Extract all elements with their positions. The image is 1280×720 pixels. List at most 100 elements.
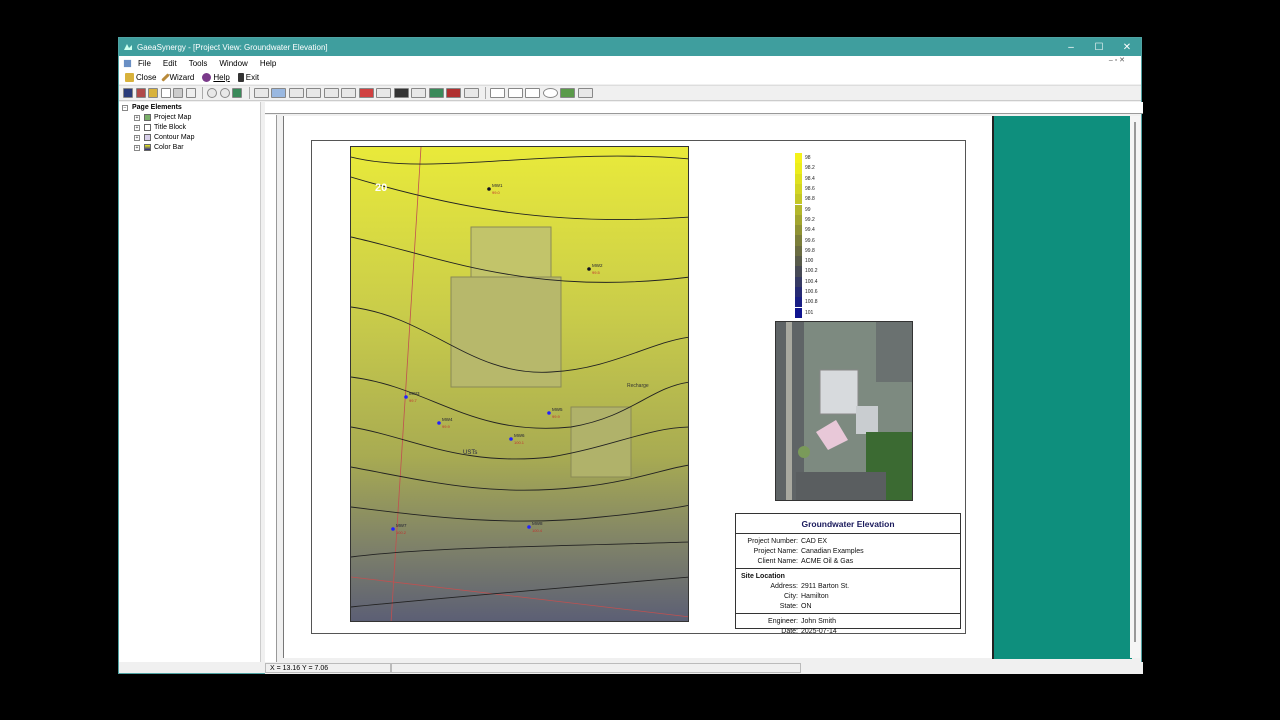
print-setup-icon[interactable]	[135, 88, 146, 98]
title-bar[interactable]: GaeaSynergy - [Project View: Groundwater…	[119, 38, 1141, 56]
expand-icon[interactable]: +	[134, 144, 140, 151]
close-label: Close	[136, 72, 157, 82]
svg-text:99.9: 99.9	[442, 424, 451, 429]
frame-tool-icon[interactable]	[577, 88, 593, 98]
label-tool-icon[interactable]	[393, 88, 409, 98]
layout-page[interactable]: 20 USTs Recharge MW1 99.0 MW2 99.5 MW3 99.7…	[311, 140, 966, 635]
engineer-section: Engineer: John Smith Date: 2025-07-14	[736, 614, 960, 638]
project-number-value: CAD EX	[801, 537, 828, 545]
map-icon	[144, 114, 151, 121]
contour-map-svg: 20 USTs Recharge MW1 99.0 MW2 99.5 MW3 99.7…	[351, 147, 688, 621]
image-tool-icon[interactable]	[560, 88, 575, 98]
color-bar-entry: 100.4	[795, 276, 855, 287]
expand-icon[interactable]: +	[134, 124, 140, 131]
maximize-button[interactable]: ☐	[1085, 38, 1113, 56]
engineer-row: Engineer: John Smith	[736, 616, 960, 626]
minimize-button[interactable]: –	[1057, 38, 1085, 56]
grid-tool-icon[interactable]	[341, 88, 356, 98]
color-swatch	[795, 225, 802, 236]
scrollbar-thumb[interactable]	[1134, 122, 1136, 642]
map-recharge-label: Recharge	[627, 383, 649, 389]
svg-text:MW2: MW2	[592, 263, 603, 268]
zoom-in-icon[interactable]	[207, 88, 217, 98]
expand-icon[interactable]: +	[134, 134, 140, 141]
color-swatch	[795, 194, 802, 205]
color-bar-label: 101	[805, 309, 814, 316]
menu-edit[interactable]: Edit	[163, 59, 177, 68]
status-panel	[391, 663, 801, 673]
color-bar-entry: 99.2	[795, 214, 855, 226]
date-row: Date: 2025-07-14	[736, 626, 960, 636]
date-value: 2025-07-14	[801, 627, 837, 635]
close-window-button[interactable]: ✕	[1113, 38, 1141, 56]
open-icon[interactable]	[148, 88, 158, 98]
expand-icon[interactable]: +	[134, 114, 140, 121]
menu-bar: File Edit Tools Window Help ‒ ▫ ✕	[119, 56, 1141, 70]
exit-button[interactable]: Exit	[237, 72, 259, 82]
tree-item-contour-map[interactable]: + Contour Map	[134, 134, 194, 141]
well-tool-icon[interactable]	[428, 88, 444, 98]
polygon-tool-icon[interactable]	[507, 88, 523, 98]
state-label: State:	[779, 602, 798, 610]
tree-root-page-elements[interactable]: − Page Elements	[122, 104, 182, 111]
symbol-tool-icon[interactable]	[306, 88, 321, 98]
svg-text:MW5: MW5	[552, 407, 563, 412]
color-bar-entry: 98.8	[795, 194, 855, 205]
line-tool-icon[interactable]	[323, 88, 339, 98]
print-icon[interactable]	[173, 88, 183, 98]
city-row: City: Hamilton	[736, 591, 960, 601]
color-bar-entry: 98	[795, 153, 855, 164]
building-footprint	[450, 276, 562, 388]
project-name-label: Project Name:	[753, 547, 798, 555]
3d-tool-icon[interactable]	[446, 88, 461, 98]
color-bar-label: 98.8	[805, 196, 815, 203]
table-tool-icon[interactable]	[253, 88, 269, 98]
color-bar[interactable]: 98 98.2 98.4 98.6 98.8 99 99.2 99.4 99.6 99.8 100 1…	[795, 153, 855, 318]
tree-item-project-map[interactable]: + Project Map	[134, 114, 191, 121]
marker-tool-icon[interactable]	[358, 88, 374, 98]
close-button[interactable]: Close	[125, 72, 157, 82]
color-bar-entry: 99.4	[795, 225, 855, 236]
color-bar-label: 99.8	[805, 247, 815, 254]
menu-window[interactable]: Window	[219, 59, 247, 68]
help-button[interactable]: Help	[202, 72, 230, 82]
toolbar-separator	[485, 87, 486, 99]
color-bar-label: 99.2	[805, 216, 815, 223]
polyline-tool-icon[interactable]	[525, 88, 540, 98]
zoom-extent-icon[interactable]	[232, 88, 242, 98]
address-row: Address: 2911 Barton St.	[736, 581, 960, 591]
tree-item-label: Contour Map	[154, 134, 195, 141]
mdi-controls[interactable]: ‒ ▫ ✕	[1109, 56, 1125, 64]
zoom-out-icon[interactable]	[219, 88, 230, 98]
vertical-scrollbar[interactable]	[1130, 116, 1140, 658]
svg-text:99.7: 99.7	[409, 398, 418, 403]
title-block[interactable]: Groundwater Elevation Project Number: CAD…	[735, 513, 961, 635]
chart-tool-icon[interactable]	[271, 88, 286, 98]
legend-tool-icon[interactable]	[376, 88, 391, 98]
svg-text:MW6: MW6	[514, 433, 525, 438]
undo-icon[interactable]	[185, 88, 196, 98]
menu-file[interactable]: File	[138, 59, 151, 68]
svg-text:100.2: 100.2	[396, 530, 407, 535]
collapse-icon[interactable]: −	[122, 104, 128, 111]
hatch-tool-icon[interactable]	[411, 88, 426, 98]
ellipse-tool-icon[interactable]	[542, 88, 558, 98]
graph-tool-icon[interactable]	[288, 88, 304, 98]
save-icon[interactable]	[123, 88, 133, 98]
project-map[interactable]: 20 USTs Recharge MW1 99.0 MW2 99.5 MW3 99.7…	[350, 146, 689, 622]
wizard-button[interactable]: Wizard	[161, 73, 194, 82]
text-tool-icon[interactable]	[463, 88, 479, 98]
tree-item-color-bar[interactable]: + Color Bar	[134, 144, 184, 151]
menu-help[interactable]: Help	[260, 59, 276, 68]
page-canvas[interactable]: 20 USTs Recharge MW1 99.0 MW2 99.5 MW3 99.7…	[283, 116, 1139, 659]
app-window: GaeaSynergy - [Project View: Groundwater…	[118, 37, 1143, 674]
color-swatch	[795, 183, 802, 195]
color-swatch	[795, 286, 802, 298]
new-page-icon[interactable]	[160, 88, 171, 98]
rectangle-tool-icon[interactable]	[490, 88, 505, 98]
tree-item-title-block[interactable]: + Title Block	[134, 124, 186, 131]
main-toolbar	[119, 85, 1141, 101]
color-swatch	[795, 307, 802, 318]
site-aerial-image[interactable]	[775, 321, 913, 501]
menu-tools[interactable]: Tools	[189, 59, 208, 68]
